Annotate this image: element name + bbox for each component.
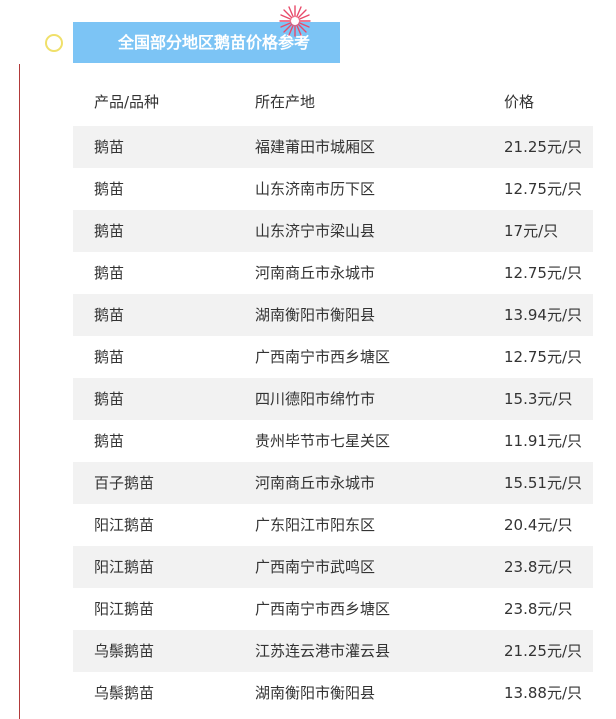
table-row: 鹅苗 福建莆田市城厢区 21.25元/只	[73, 126, 593, 168]
cell-origin: 广西南宁市西乡塘区	[255, 600, 391, 618]
cell-origin: 广西南宁市西乡塘区	[255, 348, 391, 366]
header-origin: 所在产地	[255, 93, 316, 111]
cell-origin: 贵州毕节市七星关区	[255, 432, 391, 450]
header-price: 价格	[504, 93, 535, 111]
cell-product: 鹅苗	[94, 390, 125, 408]
table-row: 阳江鹅苗 广西南宁市西乡塘区 23.8元/只	[73, 588, 593, 630]
cell-origin: 广西南宁市武鸣区	[255, 558, 376, 576]
table-row: 鹅苗 湖南衡阳市衡阳县 13.94元/只	[73, 294, 593, 336]
timeline-line	[19, 64, 20, 719]
cell-price: 23.8元/只	[504, 600, 573, 618]
table-row: 阳江鹅苗 广东阳江市阳东区 20.4元/只	[73, 504, 593, 546]
cell-product: 鹅苗	[94, 222, 125, 240]
cell-product: 鹅苗	[94, 138, 125, 156]
cell-product: 鹅苗	[94, 348, 125, 366]
cell-product: 阳江鹅苗	[94, 600, 155, 618]
cell-price: 12.75元/只	[504, 180, 582, 198]
cell-price: 12.75元/只	[504, 264, 582, 282]
header-product: 产品/品种	[94, 93, 160, 111]
table-row: 鹅苗 广西南宁市西乡塘区 12.75元/只	[73, 336, 593, 378]
table-body: 鹅苗 福建莆田市城厢区 21.25元/只 鹅苗 山东济南市历下区 12.75元/只 鹅苗 山东…	[73, 126, 593, 714]
cell-origin: 山东济南市历下区	[255, 180, 376, 198]
cell-price: 13.94元/只	[504, 306, 582, 324]
table-row: 鹅苗 河南商丘市永城市 12.75元/只	[73, 252, 593, 294]
cell-origin: 江苏连云港市灌云县	[255, 642, 391, 660]
table-header-row: 产品/品种 所在产地 价格	[73, 80, 593, 126]
cell-origin: 湖南衡阳市衡阳县	[255, 684, 376, 702]
table-row: 百子鹅苗 河南商丘市永城市 15.51元/只	[73, 462, 593, 504]
cell-product: 鹅苗	[94, 432, 125, 450]
cell-origin: 广东阳江市阳东区	[255, 516, 376, 534]
cell-origin: 四川德阳市绵竹市	[255, 390, 376, 408]
cell-product: 阳江鹅苗	[94, 558, 155, 576]
cell-product: 阳江鹅苗	[94, 516, 155, 534]
cell-origin: 福建莆田市城厢区	[255, 138, 376, 156]
timeline-dot-icon	[45, 34, 63, 52]
cell-price: 20.4元/只	[504, 516, 573, 534]
cell-price: 15.3元/只	[504, 390, 573, 408]
cell-product: 鹅苗	[94, 306, 125, 324]
cell-origin: 山东济宁市梁山县	[255, 222, 376, 240]
cell-product: 鹅苗	[94, 264, 125, 282]
cell-price: 11.91元/只	[504, 432, 582, 450]
table-row: 阳江鹅苗 广西南宁市武鸣区 23.8元/只	[73, 546, 593, 588]
table-row: 鹅苗 山东济南市历下区 12.75元/只	[73, 168, 593, 210]
cell-product: 乌鬃鹅苗	[94, 642, 155, 660]
cell-origin: 湖南衡阳市衡阳县	[255, 306, 376, 324]
table-row: 鹅苗 四川德阳市绵竹市 15.3元/只	[73, 378, 593, 420]
cell-product: 百子鹅苗	[94, 474, 155, 492]
cell-product: 鹅苗	[94, 180, 125, 198]
cell-price: 23.8元/只	[504, 558, 573, 576]
table-row: 乌鬃鹅苗 湖南衡阳市衡阳县 13.88元/只	[73, 672, 593, 714]
cell-price: 21.25元/只	[504, 138, 582, 156]
firework-burst-icon	[279, 5, 311, 37]
cell-price: 13.88元/只	[504, 684, 582, 702]
table-row: 鹅苗 山东济宁市梁山县 17元/只	[73, 210, 593, 252]
cell-origin: 河南商丘市永城市	[255, 474, 376, 492]
cell-price: 17元/只	[504, 222, 559, 240]
cell-price: 15.51元/只	[504, 474, 582, 492]
table-row: 乌鬃鹅苗 江苏连云港市灌云县 21.25元/只	[73, 630, 593, 672]
cell-product: 乌鬃鹅苗	[94, 684, 155, 702]
cell-price: 12.75元/只	[504, 348, 582, 366]
cell-price: 21.25元/只	[504, 642, 582, 660]
table-row: 鹅苗 贵州毕节市七星关区 11.91元/只	[73, 420, 593, 462]
price-table: 产品/品种 所在产地 价格 鹅苗 福建莆田市城厢区 21.25元/只 鹅苗 山东济南市历…	[73, 80, 593, 714]
cell-origin: 河南商丘市永城市	[255, 264, 376, 282]
